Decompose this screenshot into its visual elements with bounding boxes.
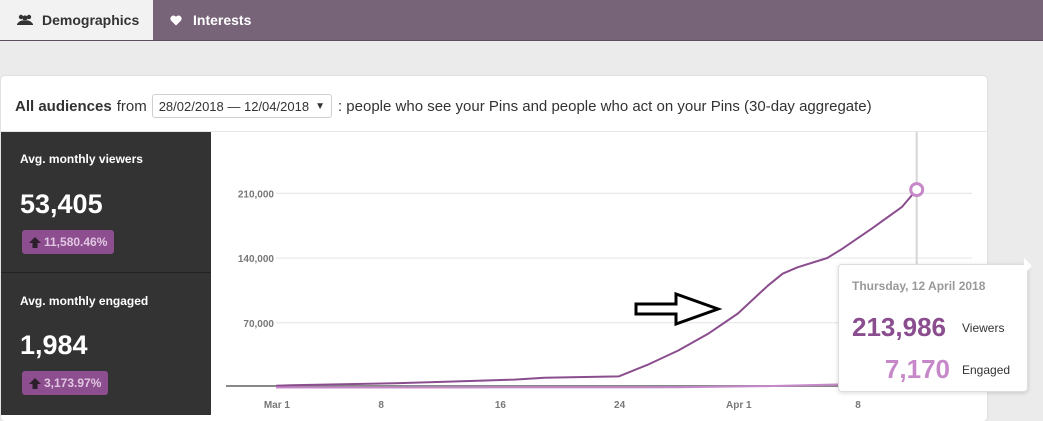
highlight-point <box>909 182 925 198</box>
change-badge: 11,580.46% <box>22 230 115 254</box>
x-tick-label: Mar 1 <box>264 400 291 411</box>
audience-header: All audiences from 28/02/2018 — 12/04/20… <box>15 94 872 118</box>
tooltip-engaged-label: Engaged <box>962 363 1011 377</box>
tooltip-date: Thursday, 12 April 2018 <box>852 279 986 293</box>
chart-tooltip: Thursday, 12 April 2018 213,986 Viewers … <box>838 264 1028 392</box>
metrics-panel: Avg. monthly viewers 53,405 11,580.46% A… <box>1 132 211 415</box>
y-tick-label: 70,000 <box>243 319 274 330</box>
metric-engaged[interactable]: Avg. monthly engaged 1,984 3,173.97% <box>1 274 211 415</box>
x-tick-label: 16 <box>495 400 507 411</box>
top-nav-bar: Demographics Interests <box>0 0 1043 41</box>
arrow-up-icon <box>29 377 41 389</box>
date-range-value: 28/02/2018 — 12/04/2018 <box>158 98 310 114</box>
change-value: 11,580.46% <box>44 235 108 249</box>
tab-label: Demographics <box>42 12 140 28</box>
heart-icon <box>167 13 185 27</box>
change-value: 3,173.97% <box>44 376 102 390</box>
metric-label: Avg. monthly engaged <box>20 294 149 308</box>
audience-selector[interactable]: All audiences <box>15 98 112 115</box>
tooltip-viewers-value: 213,986 <box>852 312 946 342</box>
users-icon <box>16 13 34 27</box>
tooltip-pointer <box>1024 258 1032 274</box>
series-line-viewers <box>275 188 918 387</box>
x-tick-label: 8 <box>378 400 384 411</box>
x-tick-label: Apr 1 <box>726 400 752 411</box>
tab-demographics[interactable]: Demographics <box>0 0 153 40</box>
tab-label: Interests <box>193 12 252 28</box>
annotation-arrow-icon <box>634 291 723 327</box>
tooltip-engaged-value: 7,170 <box>884 354 950 384</box>
caret-down-icon: ▼ <box>315 100 325 112</box>
arrow-up-icon <box>29 236 41 248</box>
metric-viewers[interactable]: Avg. monthly viewers 53,405 11,580.46% <box>1 132 211 273</box>
tab-interests[interactable]: Interests <box>153 0 283 40</box>
date-range-select[interactable]: 28/02/2018 — 12/04/2018 ▼ <box>151 94 332 118</box>
x-tick-label: 8 <box>855 400 861 411</box>
audience-description: : people who see your Pins and people wh… <box>337 97 872 115</box>
from-label: from <box>116 97 147 115</box>
y-tick-label: 140,000 <box>238 254 275 265</box>
metric-label: Avg. monthly viewers <box>20 152 143 166</box>
change-badge: 3,173.97% <box>22 371 109 395</box>
y-tick-label: 210,000 <box>238 189 275 200</box>
metric-value: 1,984 <box>20 330 88 360</box>
metric-value: 53,405 <box>20 189 103 219</box>
tooltip-viewers-label: Viewers <box>962 321 1005 335</box>
x-tick-label: 24 <box>614 400 626 411</box>
